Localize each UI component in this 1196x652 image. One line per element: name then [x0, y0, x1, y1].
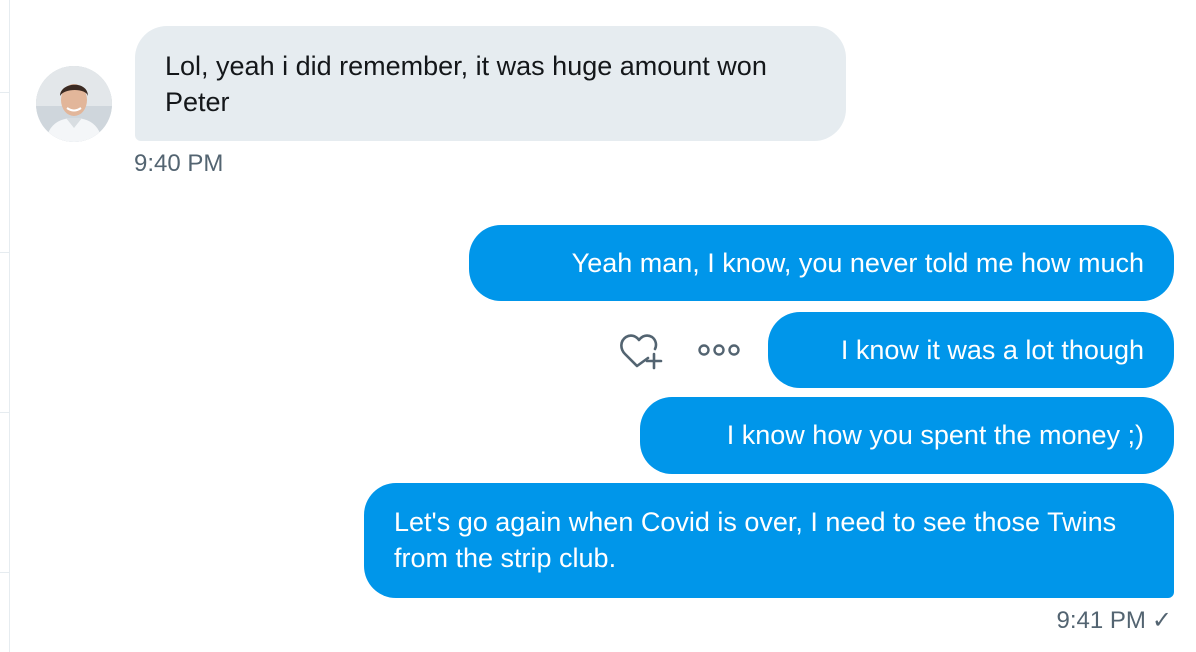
sent-check-icon: ✓ — [1151, 607, 1172, 634]
message-bubble-outgoing[interactable]: I know how you spent the money ;) — [640, 397, 1174, 474]
message-bubble-incoming[interactable]: Lol, yeah i did remember, it was huge am… — [135, 26, 846, 141]
message-timestamp: 9:40 PM — [134, 150, 224, 177]
message-bubble-outgoing[interactable]: Let's go again when Covid is over, I nee… — [364, 483, 1174, 598]
divider — [0, 252, 9, 253]
message-timestamp: 9:41 PM ✓ — [1057, 606, 1173, 635]
message-bubble-outgoing[interactable]: I know it was a lot though — [768, 312, 1174, 388]
message-text: Yeah man, I know, you never told me how … — [571, 248, 1144, 278]
avatar[interactable] — [36, 66, 112, 142]
message-thread: Lol, yeah i did remember, it was huge am… — [0, 0, 1196, 652]
divider — [0, 92, 9, 93]
message-text: Let's go again when Covid is over, I nee… — [394, 507, 1117, 573]
heart-plus-icon[interactable] — [619, 330, 663, 370]
message-bubble-outgoing[interactable]: Yeah man, I know, you never told me how … — [469, 225, 1174, 301]
divider — [0, 572, 9, 573]
message-text: Lol, yeah i did remember, it was huge am… — [165, 51, 767, 117]
divider — [0, 412, 9, 413]
message-text: I know it was a lot though — [840, 335, 1144, 365]
timestamp-text: 9:41 PM — [1056, 607, 1146, 634]
conversation-list-edge — [0, 0, 10, 652]
more-dots-icon[interactable] — [696, 340, 742, 360]
message-text: I know how you spent the money ;) — [726, 420, 1144, 450]
